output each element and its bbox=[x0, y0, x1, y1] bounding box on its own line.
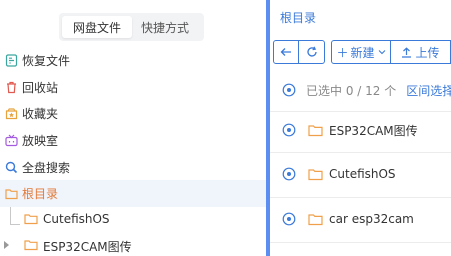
tree-guide-line bbox=[10, 207, 20, 225]
sidebar-item-recycle-bin[interactable]: 回收站 bbox=[0, 74, 266, 101]
folder-icon bbox=[308, 213, 323, 226]
row-select-radio[interactable] bbox=[282, 167, 296, 181]
sidebar-item-label: 全盘搜索 bbox=[22, 160, 71, 175]
row-select-radio[interactable] bbox=[282, 212, 296, 226]
upload-button-label: 上传 bbox=[415, 45, 440, 60]
upload-icon bbox=[402, 46, 412, 58]
file-name: ESP32CAM图传 bbox=[329, 123, 418, 138]
sidebar-item-label: 放映室 bbox=[22, 133, 59, 148]
row-separator bbox=[270, 111, 451, 112]
row-separator bbox=[270, 152, 451, 153]
back-button[interactable] bbox=[273, 40, 299, 64]
folder-icon bbox=[4, 187, 18, 201]
sidebar-tabs: 网盘文件 快捷方式 bbox=[59, 13, 204, 41]
folder-icon bbox=[308, 168, 323, 181]
sidebar-item-full-search[interactable]: 全盘搜索 bbox=[0, 154, 266, 181]
row-select-radio[interactable] bbox=[282, 123, 296, 137]
tab-netdisk-files[interactable]: 网盘文件 bbox=[62, 16, 132, 38]
row-separator bbox=[270, 242, 451, 243]
folder-tree: CutefishOS ESP32CAM图传 bbox=[0, 207, 266, 256]
tab-shortcuts[interactable]: 快捷方式 bbox=[132, 16, 198, 38]
trash-icon bbox=[4, 80, 18, 94]
favorites-icon bbox=[4, 107, 18, 121]
chevron-down-icon bbox=[378, 50, 385, 55]
file-row[interactable]: CutefishOS bbox=[282, 162, 396, 186]
tv-icon bbox=[4, 133, 18, 147]
sidebar-item-label: 收藏夹 bbox=[22, 107, 59, 122]
file-row[interactable]: ESP32CAM图传 bbox=[282, 118, 418, 142]
search-icon bbox=[4, 160, 18, 174]
file-row[interactable]: car esp32cam bbox=[282, 207, 414, 231]
sidebar-item-restore-files[interactable]: 恢复文件 bbox=[0, 47, 266, 74]
tree-item-cutefishos[interactable]: CutefishOS bbox=[0, 207, 266, 233]
arrow-left-icon bbox=[280, 48, 291, 56]
sidebar-item-favorites[interactable]: 收藏夹 bbox=[0, 100, 266, 127]
tree-item-esp32cam[interactable]: ESP32CAM图传 bbox=[0, 233, 266, 256]
plus-icon: ＋ bbox=[336, 45, 349, 60]
range-select-link[interactable]: 区间选择 bbox=[406, 82, 451, 99]
folder-icon bbox=[24, 239, 38, 254]
toolbar: ＋ 新建 上传 bbox=[273, 40, 451, 64]
file-name: car esp32cam bbox=[329, 212, 414, 226]
tree-item-label: CutefishOS bbox=[43, 212, 110, 226]
sidebar: 网盘文件 快捷方式 恢复文件 回收站 收藏夹 放映室 全盘搜索 根目录 Cute… bbox=[0, 0, 266, 256]
file-pane: 根目录 ＋ 新建 上传 已选中 0 / 12 个 区间选择 ESP32CAM图传… bbox=[270, 0, 451, 256]
sidebar-item-label: 恢复文件 bbox=[22, 53, 71, 68]
selection-count: 已选中 0 / 12 个 bbox=[306, 83, 397, 98]
new-button[interactable]: ＋ 新建 bbox=[331, 40, 391, 64]
file-name: CutefishOS bbox=[329, 167, 396, 181]
refresh-button[interactable] bbox=[299, 40, 325, 64]
upload-button[interactable]: 上传 bbox=[391, 40, 451, 64]
sidebar-nav: 恢复文件 回收站 收藏夹 放映室 全盘搜索 根目录 bbox=[0, 47, 266, 208]
restore-file-icon bbox=[4, 53, 18, 67]
sidebar-item-root[interactable]: 根目录 bbox=[0, 180, 266, 208]
expand-arrow-icon[interactable] bbox=[4, 241, 9, 249]
new-button-label: 新建 bbox=[350, 45, 375, 60]
sidebar-item-screening-room[interactable]: 放映室 bbox=[0, 127, 266, 154]
row-separator bbox=[270, 197, 451, 198]
folder-icon bbox=[308, 124, 323, 137]
selection-bar: 已选中 0 / 12 个 区间选择 bbox=[282, 79, 451, 101]
tree-item-label: ESP32CAM图传 bbox=[43, 240, 132, 254]
breadcrumb[interactable]: 根目录 bbox=[280, 9, 316, 26]
sidebar-item-label: 根目录 bbox=[22, 187, 59, 202]
select-all-radio[interactable] bbox=[282, 83, 296, 97]
folder-icon bbox=[24, 213, 38, 228]
sidebar-item-label: 回收站 bbox=[22, 80, 59, 95]
refresh-icon bbox=[306, 46, 317, 57]
